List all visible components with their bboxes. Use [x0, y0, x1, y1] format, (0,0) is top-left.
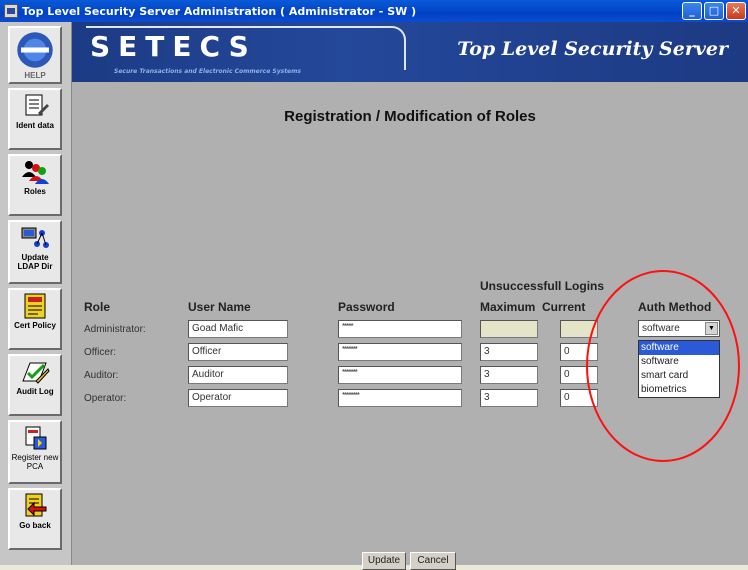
role-label-auditor: Auditor:: [84, 370, 119, 381]
column-header-maximum: Maximum: [480, 300, 536, 314]
ident-data-icon: [25, 94, 49, 116]
column-header-role: Role: [84, 300, 111, 314]
register-pca-icon: [25, 426, 47, 450]
maximum-field-administrator: [480, 320, 538, 338]
ldap-directory-icon: [21, 227, 49, 248]
password-field-administrator[interactable]: *****: [338, 320, 462, 338]
maximum-field-officer[interactable]: 3: [480, 343, 538, 361]
minimize-button[interactable]: _: [682, 2, 702, 20]
sidebar-item-update-ldap[interactable]: Update LDAP Dir: [8, 220, 62, 284]
sidebar-item-roles[interactable]: Roles: [8, 154, 62, 216]
sidebar-item-register-pca[interactable]: Register new PCA: [8, 420, 62, 484]
username-field-auditor[interactable]: Auditor: [188, 366, 288, 384]
role-label-officer: Officer:: [84, 347, 117, 358]
unsuccessful-logins-header: Unsuccessfull Logins: [480, 279, 605, 293]
help-icon: [17, 32, 53, 68]
sidebar-item-audit-log[interactable]: Audit Log: [8, 354, 62, 416]
certificate-icon: [24, 293, 46, 319]
sidebar: HELP Ident data Roles Update LDAP Dir Ce…: [0, 22, 72, 565]
sidebar-item-ident-data[interactable]: Ident data: [8, 88, 62, 150]
header-banner: SETECS Secure Transactions and Electroni…: [72, 22, 748, 82]
sidebar-item-cert-policy[interactable]: Cert Policy: [8, 288, 62, 350]
close-button[interactable]: ✕: [726, 2, 746, 20]
column-header-user-name: User Name: [188, 300, 251, 314]
window-titlebar[interactable]: Top Level Security Server Administration…: [0, 0, 748, 22]
username-field-officer[interactable]: Officer: [188, 343, 288, 361]
maximum-field-auditor[interactable]: 3: [480, 366, 538, 384]
page-title: Registration / Modification of Roles: [284, 108, 536, 125]
update-button[interactable]: Update: [362, 552, 406, 570]
column-header-password: Password: [338, 300, 395, 314]
go-back-icon: [25, 493, 47, 517]
main-content: Registration / Modification of Roles Uns…: [72, 82, 748, 570]
audit-log-icon: [22, 362, 50, 384]
username-field-administrator[interactable]: Goad Mafic: [188, 320, 288, 338]
annotation-circle: [586, 270, 740, 462]
cancel-button[interactable]: Cancel: [410, 552, 456, 570]
maximize-button[interactable]: □: [704, 2, 724, 20]
role-label-administrator: Administrator:: [84, 324, 146, 335]
banner-tagline: Secure Transactions and Electronic Comme…: [114, 68, 301, 75]
app-icon: [4, 4, 18, 18]
password-field-auditor[interactable]: *******: [338, 366, 462, 384]
maximum-field-operator[interactable]: 3: [480, 389, 538, 407]
column-header-current: Current: [542, 300, 586, 314]
product-name: Top Level Security Server: [457, 38, 728, 60]
sidebar-item-go-back[interactable]: Go back: [8, 488, 62, 550]
setecs-logo: SETECS: [90, 30, 257, 63]
username-field-operator[interactable]: Operator: [188, 389, 288, 407]
role-label-operator: Operator:: [84, 393, 127, 404]
window-title: Top Level Security Server Administration…: [22, 4, 417, 18]
sidebar-item-help[interactable]: HELP: [8, 26, 62, 84]
roles-icon: [22, 161, 49, 184]
password-field-operator[interactable]: ********: [338, 389, 462, 407]
password-field-officer[interactable]: *******: [338, 343, 462, 361]
